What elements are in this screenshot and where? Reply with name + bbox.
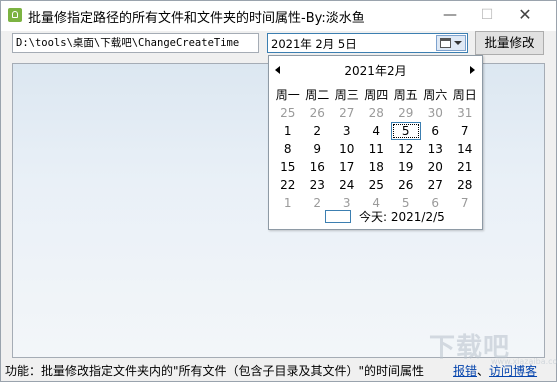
- report-error-link[interactable]: 报错: [453, 364, 477, 378]
- calendar-day[interactable]: 20: [421, 158, 451, 176]
- calendar-day-other-month[interactable]: 31: [450, 104, 480, 122]
- calendar-day[interactable]: 7: [450, 122, 480, 140]
- android-app-icon: [8, 8, 22, 22]
- calendar-month-title[interactable]: 2021年2月: [269, 62, 482, 80]
- calendar-week-row: 22 23 24 25 26 27 28: [273, 176, 480, 194]
- next-month-icon[interactable]: [470, 66, 475, 74]
- calendar-day[interactable]: 12: [391, 140, 421, 158]
- calendar-day-other-month[interactable]: 26: [303, 104, 333, 122]
- weekday-label: 周二: [305, 88, 330, 102]
- calendar-week-row: 25 26 27 28 29 30 31: [273, 104, 480, 122]
- close-button[interactable]: ✕: [508, 1, 542, 29]
- calendar-day[interactable]: 25: [362, 176, 392, 194]
- date-value[interactable]: 2021年 2月 5日: [271, 36, 357, 52]
- weekday-header-row: 周一 周二 周三 周四 周五 周六 周日: [273, 86, 480, 104]
- today-marker-icon: [325, 210, 351, 223]
- calendar-day[interactable]: 24: [332, 176, 362, 194]
- date-dropdown-button[interactable]: [436, 35, 466, 51]
- calendar-day-other-month[interactable]: 30: [421, 104, 451, 122]
- calendar-week-row: 1 2 3 4 5 6 7: [273, 122, 480, 140]
- calendar-day[interactable]: 14: [450, 140, 480, 158]
- calendar-day-other-month[interactable]: 7: [450, 194, 480, 212]
- today-label[interactable]: 今天: 2021/2/5: [359, 208, 445, 226]
- calendar-day[interactable]: 2: [303, 122, 333, 140]
- status-description: 功能：批量修改指定文件夹内的"所有文件（包含子目录及其文件）"的时间属性: [5, 364, 425, 378]
- weekday-label: 周三: [334, 88, 359, 102]
- watermark-logo: 下载吧 www.xiazaiba.com: [429, 327, 557, 366]
- weekday-label: 周一: [275, 88, 300, 102]
- calendar-week-row: 8 9 10 11 12 13 14: [273, 140, 480, 158]
- calendar-day[interactable]: 28: [450, 176, 480, 194]
- calendar-day[interactable]: 4: [362, 122, 392, 140]
- calendar-day[interactable]: 11: [362, 140, 392, 158]
- calendar-popup: 2021年2月 周一 周二 周三 周四 周五 周六 周日 25 26 27 28…: [268, 55, 483, 230]
- calendar-day[interactable]: 1: [273, 122, 303, 140]
- title-bar[interactable]: 批量修指定路径的所有文件和文件夹的时间属性-By:淡水鱼 — ☐ ✕: [1, 1, 556, 31]
- calendar-day-other-month[interactable]: 28: [362, 104, 392, 122]
- calendar-day[interactable]: 6: [421, 122, 451, 140]
- calendar-day[interactable]: 27: [421, 176, 451, 194]
- calendar-day[interactable]: 15: [273, 158, 303, 176]
- calendar-week-row: 15 16 17 18 19 20 21: [273, 158, 480, 176]
- calendar-day-other-month[interactable]: 25: [273, 104, 303, 122]
- path-input[interactable]: D:\tools\桌面\下载吧\ChangeCreateTime: [12, 33, 259, 53]
- calendar-day[interactable]: 10: [332, 140, 362, 158]
- maximize-button[interactable]: ☐: [470, 1, 504, 29]
- date-picker[interactable]: 2021年 2月 5日: [267, 33, 468, 53]
- weekday-label: 周日: [452, 88, 477, 102]
- calendar-day[interactable]: 19: [391, 158, 421, 176]
- calendar-icon: [440, 38, 451, 48]
- calendar-day[interactable]: 18: [362, 158, 392, 176]
- calendar-day[interactable]: 21: [450, 158, 480, 176]
- status-links: 报错、访问博客: [453, 362, 537, 379]
- calendar-day[interactable]: 13: [421, 140, 451, 158]
- minimize-button[interactable]: —: [433, 1, 467, 29]
- link-separator: 、: [477, 364, 490, 378]
- weekday-label: 周五: [393, 88, 418, 102]
- calendar-grid: 周一 周二 周三 周四 周五 周六 周日 25 26 27 28 29 30 3…: [273, 86, 480, 212]
- calendar-day[interactable]: 22: [273, 176, 303, 194]
- calendar-day[interactable]: 3: [332, 122, 362, 140]
- weekday-label: 周六: [423, 88, 448, 102]
- calendar-day-other-month[interactable]: 29: [391, 104, 421, 122]
- calendar-day-selected[interactable]: 5: [391, 122, 421, 140]
- visit-blog-link[interactable]: 访问博客: [489, 364, 537, 378]
- weekday-label: 周四: [364, 88, 389, 102]
- chevron-down-icon: [454, 41, 462, 45]
- calendar-day[interactable]: 8: [273, 140, 303, 158]
- calendar-day-other-month[interactable]: 1: [273, 194, 303, 212]
- calendar-day[interactable]: 16: [303, 158, 333, 176]
- calendar-day[interactable]: 23: [303, 176, 333, 194]
- calendar-day-other-month[interactable]: 27: [332, 104, 362, 122]
- batch-modify-button[interactable]: 批量修改: [475, 31, 544, 55]
- calendar-day[interactable]: 17: [332, 158, 362, 176]
- calendar-day[interactable]: 26: [391, 176, 421, 194]
- window-title: 批量修指定路径的所有文件和文件夹的时间属性-By:淡水鱼: [28, 11, 365, 26]
- app-window: 批量修指定路径的所有文件和文件夹的时间属性-By:淡水鱼 — ☐ ✕ D:\to…: [0, 0, 557, 382]
- calendar-header: 2021年2月: [269, 62, 482, 80]
- previous-month-icon[interactable]: [275, 66, 280, 74]
- calendar-day[interactable]: 9: [303, 140, 333, 158]
